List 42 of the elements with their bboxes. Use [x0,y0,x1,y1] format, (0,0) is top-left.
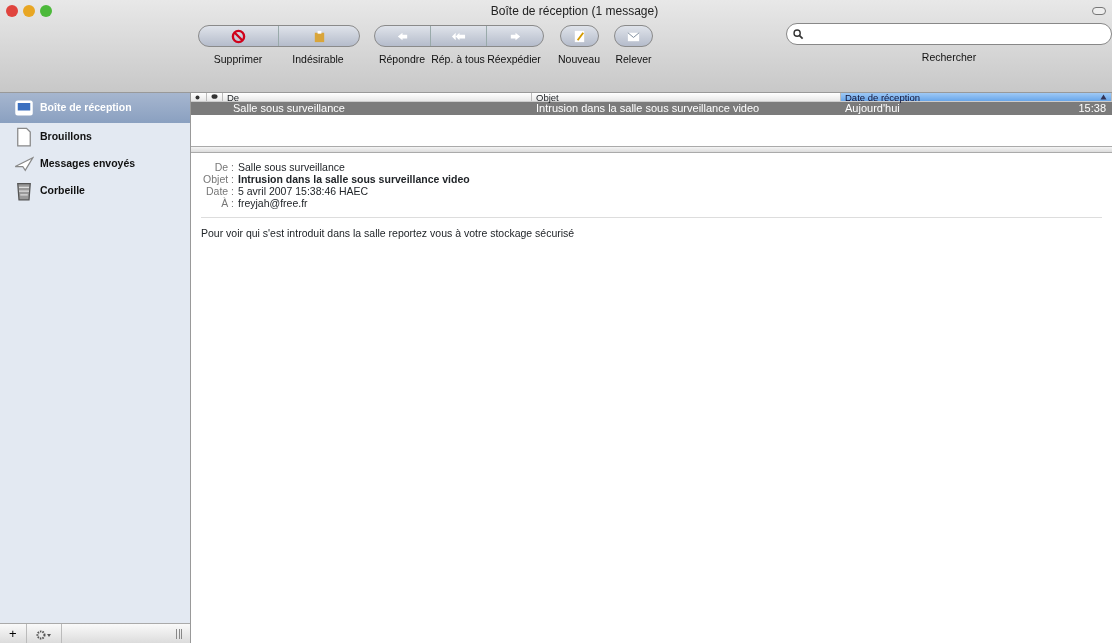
toolbar-button[interactable]: Rép. à tous [430,47,486,69]
header-value: 5 avril 2007 15:38:46 HAEC [238,185,369,197]
close-button[interactable] [6,5,18,17]
wastebasket-icon [14,180,34,201]
zoom-button[interactable] [40,5,52,17]
header-label: Date : [205,185,234,197]
header-value: Intrusion dans la salle sous surveillance video [238,173,470,185]
toolbar-button[interactable]: Nouveau [558,47,601,69]
message-row[interactable]: Salle sous surveillance Intrusion dans la salle sous surveillance video Aujourd'hui 15:38 [191,102,1112,115]
speech-bubble-icon [211,94,218,100]
mailbox-item[interactable]: Brouillons [0,123,190,150]
toolbar-button[interactable]: Répondre [374,47,430,69]
header-label: De : [213,161,234,173]
dot-icon [195,94,200,100]
message-body: Pour voir qui s'est introduit dans la salle reportez vous à votre stockage sécurisé [201,227,575,239]
header-label: À : [220,197,234,209]
column-header[interactable]: De [223,93,532,101]
toolbar-button[interactable]: Indésirable [278,47,358,69]
gear-icon [35,629,52,640]
toolbar-toggle-button[interactable] [1092,7,1106,15]
toolbar-button[interactable]: Réexpédier [486,47,542,69]
tray-icon [14,98,34,118]
no-entry-icon [231,28,246,44]
header-value: freyjah@free.fr [238,197,308,209]
search-label: Rechercher [921,50,977,65]
search-icon [793,28,804,40]
toolbar-button[interactable]: Supprimer [198,47,278,69]
mailbox-item[interactable]: Corbeille [0,177,190,204]
column-header[interactable]: Date de réception [841,93,1112,101]
add-button[interactable]: + [0,623,27,643]
date-text: Aujourd'hui [844,102,900,115]
mailbox-item[interactable]: Messages envoyés [0,150,190,177]
resize-grip-icon[interactable] [176,628,182,639]
toolbar-button[interactable]: Relever [615,47,652,69]
sender-text: Salle sous surveillance [232,102,346,115]
header-label: Objet : [202,173,234,185]
page-icon [14,126,34,147]
window-title: Boîte de réception (1 message) [489,3,660,20]
search-field[interactable] [786,23,1112,45]
time-text: 15:38 [1078,102,1107,115]
header-value: Salle sous surveillance [238,161,345,173]
subject-text: Intrusion dans la salle sous surveillance video [535,102,761,115]
